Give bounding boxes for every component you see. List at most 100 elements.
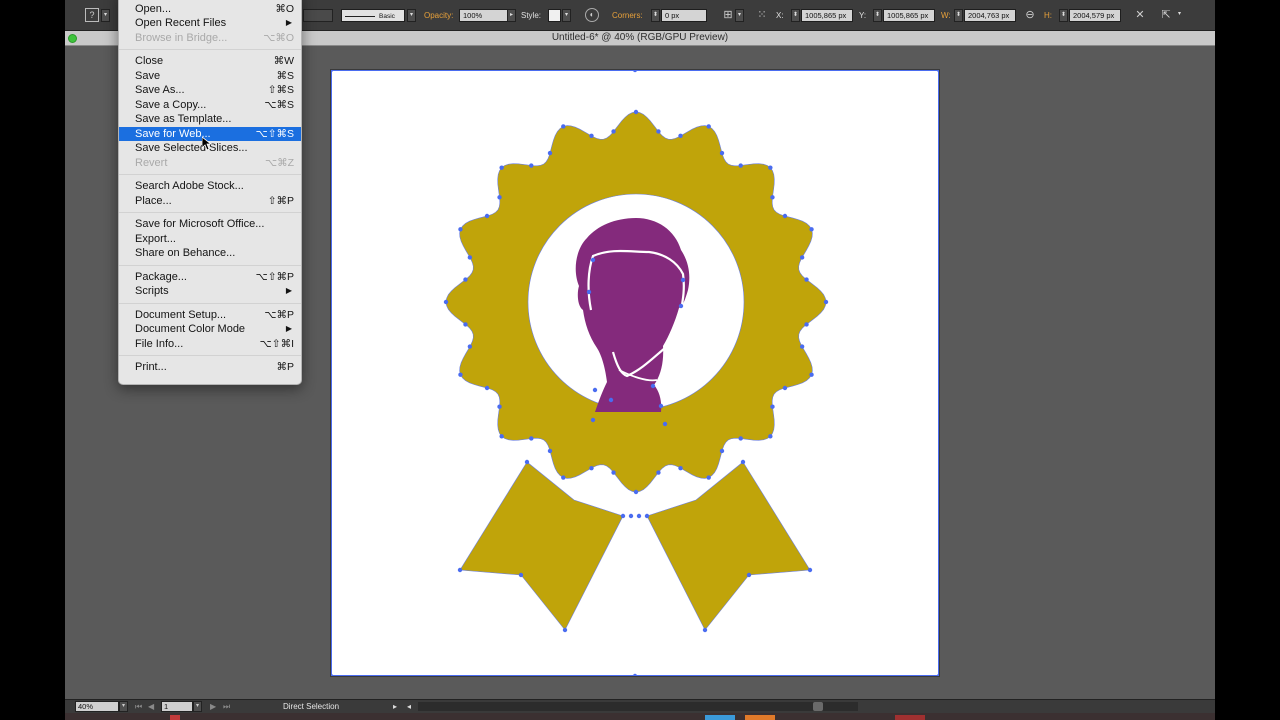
anchor-point[interactable]: [799, 255, 805, 260]
height-label[interactable]: H:: [1044, 11, 1052, 20]
anchor-point[interactable]: [809, 372, 814, 377]
scroll-left-icon[interactable]: ◂: [407, 701, 411, 712]
width-input[interactable]: 2004,763 px: [964, 9, 1016, 22]
last-artboard-icon[interactable]: ⏭: [223, 701, 230, 712]
anchor-point[interactable]: [611, 129, 616, 134]
align-dropdown[interactable]: ▾: [735, 9, 744, 22]
anchor-point[interactable]: [608, 397, 614, 403]
left-ribbon[interactable]: [459, 461, 624, 631]
dock-app-icon[interactable]: [170, 715, 180, 720]
anchor-point[interactable]: [782, 385, 788, 391]
artboard[interactable]: [330, 69, 940, 677]
anchor-point[interactable]: [768, 165, 773, 170]
anchor-point[interactable]: [799, 344, 805, 349]
anchor-point[interactable]: [443, 299, 449, 305]
anchor-point[interactable]: [561, 475, 566, 480]
menu-item-save-as-template[interactable]: Save as Template...: [119, 112, 301, 127]
anchor-point[interactable]: [457, 567, 463, 573]
menu-item-scripts[interactable]: Scripts ▶: [119, 284, 301, 299]
first-artboard-icon[interactable]: ⏮: [135, 701, 142, 712]
dock-app-icon[interactable]: [705, 715, 735, 720]
menu-item-place[interactable]: Place... ⇧⌘P: [119, 194, 301, 209]
anchor-point[interactable]: [770, 195, 775, 200]
anchor-point[interactable]: [463, 277, 468, 282]
anchor-point[interactable]: [467, 344, 473, 349]
isolate-icon[interactable]: ⇱: [1159, 8, 1173, 22]
zoom-dropdown[interactable]: ▾: [119, 701, 128, 712]
opacity-label[interactable]: Opacity:: [424, 11, 453, 20]
anchor-point[interactable]: [529, 163, 534, 168]
menu-item-document-setup[interactable]: Document Setup... ⌥⌘P: [119, 308, 301, 323]
help-icon[interactable]: ?: [85, 8, 99, 22]
menu-item-document-color-mode[interactable]: Document Color Mode ▶: [119, 322, 301, 337]
anchor-point[interactable]: [497, 195, 502, 200]
anchor-point[interactable]: [467, 255, 473, 260]
menu-item-open[interactable]: Open... ⌘O: [119, 2, 301, 17]
menu-item-file-info[interactable]: File Info... ⌥⇧⌘I: [119, 337, 301, 352]
anchor-point[interactable]: [702, 627, 708, 633]
anchor-point[interactable]: [804, 277, 809, 282]
anchor-point[interactable]: [678, 133, 683, 139]
anchor-point[interactable]: [662, 421, 668, 427]
anchor-point[interactable]: [719, 448, 725, 454]
horizontal-scrollbar[interactable]: [418, 702, 858, 711]
menu-item-save-as[interactable]: Save As... ⇧⌘S: [119, 83, 301, 98]
anchor-point[interactable]: [620, 513, 626, 519]
stroke-weight-field[interactable]: [303, 9, 333, 22]
menu-item-print[interactable]: Print... ⌘P: [119, 360, 301, 375]
anchor-point[interactable]: [633, 109, 639, 115]
anchor-point[interactable]: [592, 387, 598, 393]
anchor-point[interactable]: [561, 124, 566, 129]
anchor-point[interactable]: [678, 465, 683, 471]
anchor-point[interactable]: [331, 673, 334, 676]
anchor-point[interactable]: [746, 572, 752, 578]
anchor-point[interactable]: [706, 475, 711, 480]
x-stepper[interactable]: ⬍: [791, 9, 800, 22]
link-proportions-icon[interactable]: ⊖: [1023, 8, 1037, 22]
anchor-point[interactable]: [632, 673, 638, 676]
anchor-point[interactable]: [633, 489, 639, 495]
corners-stepper[interactable]: ⬍: [651, 9, 660, 22]
dock-app-icon[interactable]: [895, 715, 925, 720]
anchor-point[interactable]: [518, 572, 524, 578]
menu-item-share-on-behance[interactable]: Share on Behance...: [119, 246, 301, 261]
anchor-point[interactable]: [589, 465, 594, 471]
anchor-point[interactable]: [680, 277, 686, 283]
anchor-point[interactable]: [656, 129, 661, 134]
anchor-point[interactable]: [632, 70, 638, 73]
panel-menu-icon[interactable]: ▾: [1175, 9, 1184, 22]
anchor-point[interactable]: [804, 322, 809, 327]
anchor-point[interactable]: [590, 417, 596, 423]
anchor-point[interactable]: [499, 165, 504, 170]
menu-item-package[interactable]: Package... ⌥⇧⌘P: [119, 270, 301, 285]
anchor-point[interactable]: [807, 567, 813, 573]
current-tool-status[interactable]: Direct Selection: [283, 701, 339, 712]
height-input[interactable]: 2004,579 px: [1069, 9, 1121, 22]
portrait-silhouette[interactable]: [575, 218, 690, 412]
menu-item-search-adobe-stock[interactable]: Search Adobe Stock...: [119, 179, 301, 194]
y-stepper[interactable]: ⬍: [873, 9, 882, 22]
height-stepper[interactable]: ⬍: [1059, 9, 1068, 22]
anchor-point[interactable]: [331, 70, 334, 73]
anchor-point[interactable]: [484, 213, 490, 219]
anchor-point[interactable]: [586, 289, 592, 295]
width-label[interactable]: W:: [941, 11, 951, 20]
right-ribbon[interactable]: [646, 461, 811, 631]
opacity-dropdown[interactable]: ▸: [507, 9, 516, 22]
recolor-artwork-icon[interactable]: ◐: [585, 8, 599, 22]
anchor-point[interactable]: [650, 383, 656, 389]
x-input[interactable]: 1005,865 px: [801, 9, 853, 22]
anchor-point[interactable]: [678, 303, 684, 309]
anchor-point[interactable]: [529, 436, 534, 441]
menu-item-save-for-microsoft-office[interactable]: Save for Microsoft Office...: [119, 217, 301, 232]
transform-icon[interactable]: ✕: [1133, 8, 1147, 22]
anchor-point[interactable]: [463, 322, 468, 327]
scrollbar-thumb[interactable]: [813, 702, 823, 711]
anchor-point[interactable]: [562, 627, 568, 633]
stroke-profile-select[interactable]: Basic: [341, 9, 405, 22]
status-menu-arrow-icon[interactable]: ▸: [393, 701, 397, 712]
anchor-point[interactable]: [628, 513, 634, 519]
anchor-point[interactable]: [611, 470, 616, 475]
menu-item-export[interactable]: Export...: [119, 232, 301, 247]
anchor-point[interactable]: [768, 434, 773, 439]
